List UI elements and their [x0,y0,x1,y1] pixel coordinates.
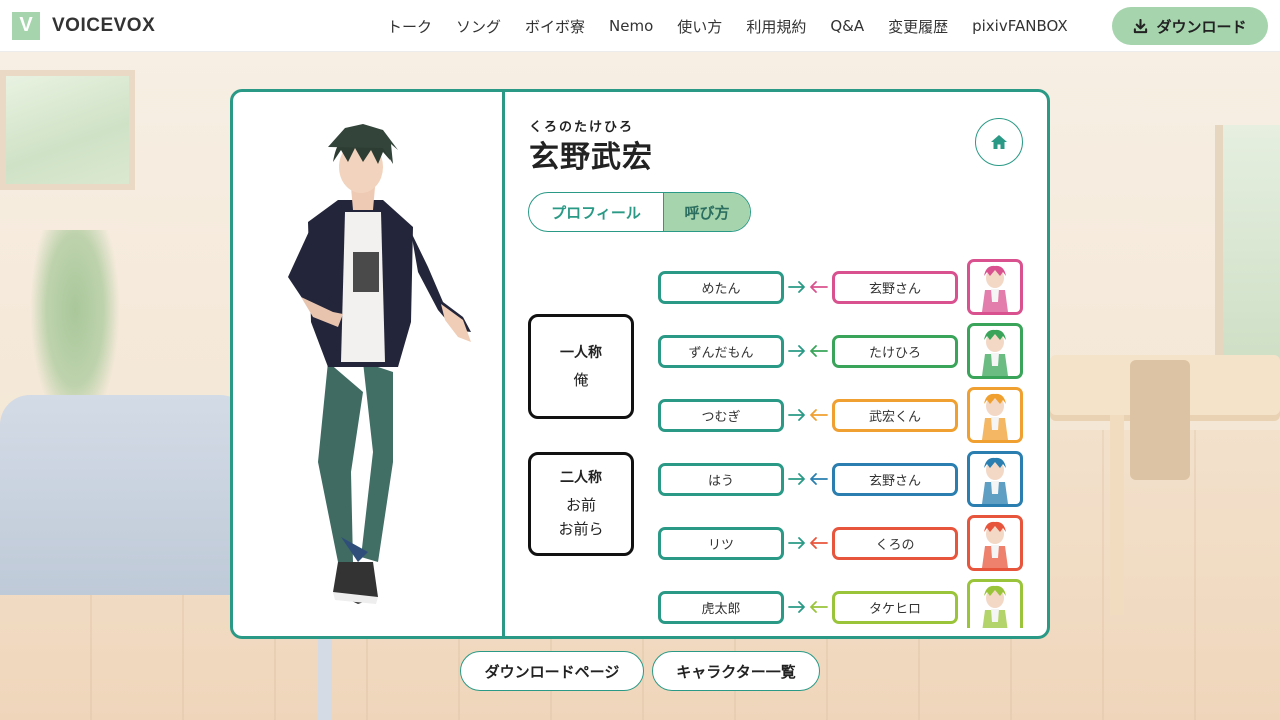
arrow-left-icon [810,473,828,485]
arrow-right-icon [788,473,805,485]
call-row-from: つむぎ [658,399,784,432]
background-sofa [0,395,250,595]
character-thumbnail[interactable] [967,579,1023,628]
arrow-right-icon [788,537,805,549]
character-thumbnail[interactable] [967,259,1023,315]
first-person-value: 俺 [573,370,589,389]
header-download-label: ダウンロード [1156,17,1247,36]
character-list-button[interactable]: キャラクター一覧 [652,651,820,691]
call-row-to: 武宏くん [832,399,958,432]
call-row-to: たけひろ [832,335,958,368]
tab-profile[interactable]: プロフィール [529,193,664,231]
info-tabs: プロフィール 呼び方 [528,192,751,232]
call-row: リツ くろの [658,515,1028,571]
site-logo[interactable]: V VOICEVOX [12,11,156,40]
character-thumbnail[interactable] [967,387,1023,443]
site-header: V VOICEVOX トーク ソング ボイボ寮 Nemo 使い方 利用規約 Q&… [0,0,1280,52]
character-card: くろの たけひろ 玄野武宏 プロフィール 呼び方 一人称 俺 二人称 お前 お前ら… [230,89,1050,639]
character-thumbnail[interactable] [967,451,1023,507]
arrow-left-icon [810,409,828,421]
call-row-from: ずんだもん [658,335,784,368]
second-person-title: 二人称 [560,470,602,486]
header-download-button[interactable]: ダウンロード [1112,7,1268,45]
character-thumbnail[interactable] [967,515,1023,571]
tab-calls[interactable]: 呼び方 [664,193,750,231]
second-person-value: お前 [565,496,596,514]
arrow-left-icon [810,281,828,293]
home-icon [991,135,1007,149]
call-row-to: 玄野さん [832,271,958,304]
second-person-value: お前ら [558,520,604,538]
arrow-right-icon [788,281,805,293]
arrow-left-icon [810,601,828,613]
home-button[interactable] [975,118,1023,166]
main-nav: トーク ソング ボイボ寮 Nemo 使い方 利用規約 Q&A 変更履歴 pixi… [375,0,1080,52]
nav-terms[interactable]: 利用規約 [734,16,818,37]
download-page-button[interactable]: ダウンロードページ [460,651,644,691]
call-row-from: リツ [658,527,784,560]
call-row: ずんだもん たけひろ [658,323,1028,379]
call-row-to: 玄野さん [832,463,958,496]
download-icon [1134,18,1148,33]
arrow-right-icon [788,601,805,613]
nav-nemo[interactable]: Nemo [597,17,665,35]
call-row: つむぎ 武宏くん [658,387,1028,443]
nav-song[interactable]: ソング [444,16,513,37]
logo-text: VOICEVOX [52,14,156,36]
nav-voibo-dorm[interactable]: ボイボ寮 [513,16,597,37]
arrow-left-icon [810,345,828,357]
character-name: 玄野武宏 [529,140,653,175]
call-row-from: 虎太郎 [658,591,784,624]
nav-changelog[interactable]: 変更履歴 [876,16,960,37]
arrow-left-icon [810,537,828,549]
call-row: めたん 玄野さん [658,259,1028,315]
nav-talk[interactable]: トーク [375,16,444,37]
call-row: はう 玄野さん [658,451,1028,507]
nav-fanbox[interactable]: pixivFANBOX [960,17,1080,35]
call-row-to: くろの [832,527,958,560]
nav-how-to-use[interactable]: 使い方 [665,16,734,37]
second-person-box: 二人称 お前 お前ら [528,452,634,556]
arrow-right-icon [788,409,805,421]
logo-mark: V [12,11,40,40]
call-list: めたん 玄野さん ずんだもん たけひろ つむぎ 武宏くん はう 玄野さん リツ くろの 虎太郎 タケヒ… [658,256,1038,628]
call-row-from: はう [658,463,784,496]
first-person-box: 一人称 俺 [528,314,634,419]
call-row: 虎太郎 タケヒロ [658,579,1028,628]
background-chair [1130,360,1190,480]
character-portrait [233,92,502,636]
call-row-from: めたん [658,271,784,304]
arrow-right-icon [788,345,805,357]
background-table-leg [1110,415,1124,615]
nav-qa[interactable]: Q&A [818,17,876,35]
call-row-to: タケヒロ [832,591,958,624]
first-person-title: 一人称 [560,344,602,361]
background-window [0,70,135,190]
character-info: くろの たけひろ 玄野武宏 プロフィール 呼び方 一人称 俺 二人称 お前 お前ら… [505,92,1047,636]
character-thumbnail[interactable] [967,323,1023,379]
